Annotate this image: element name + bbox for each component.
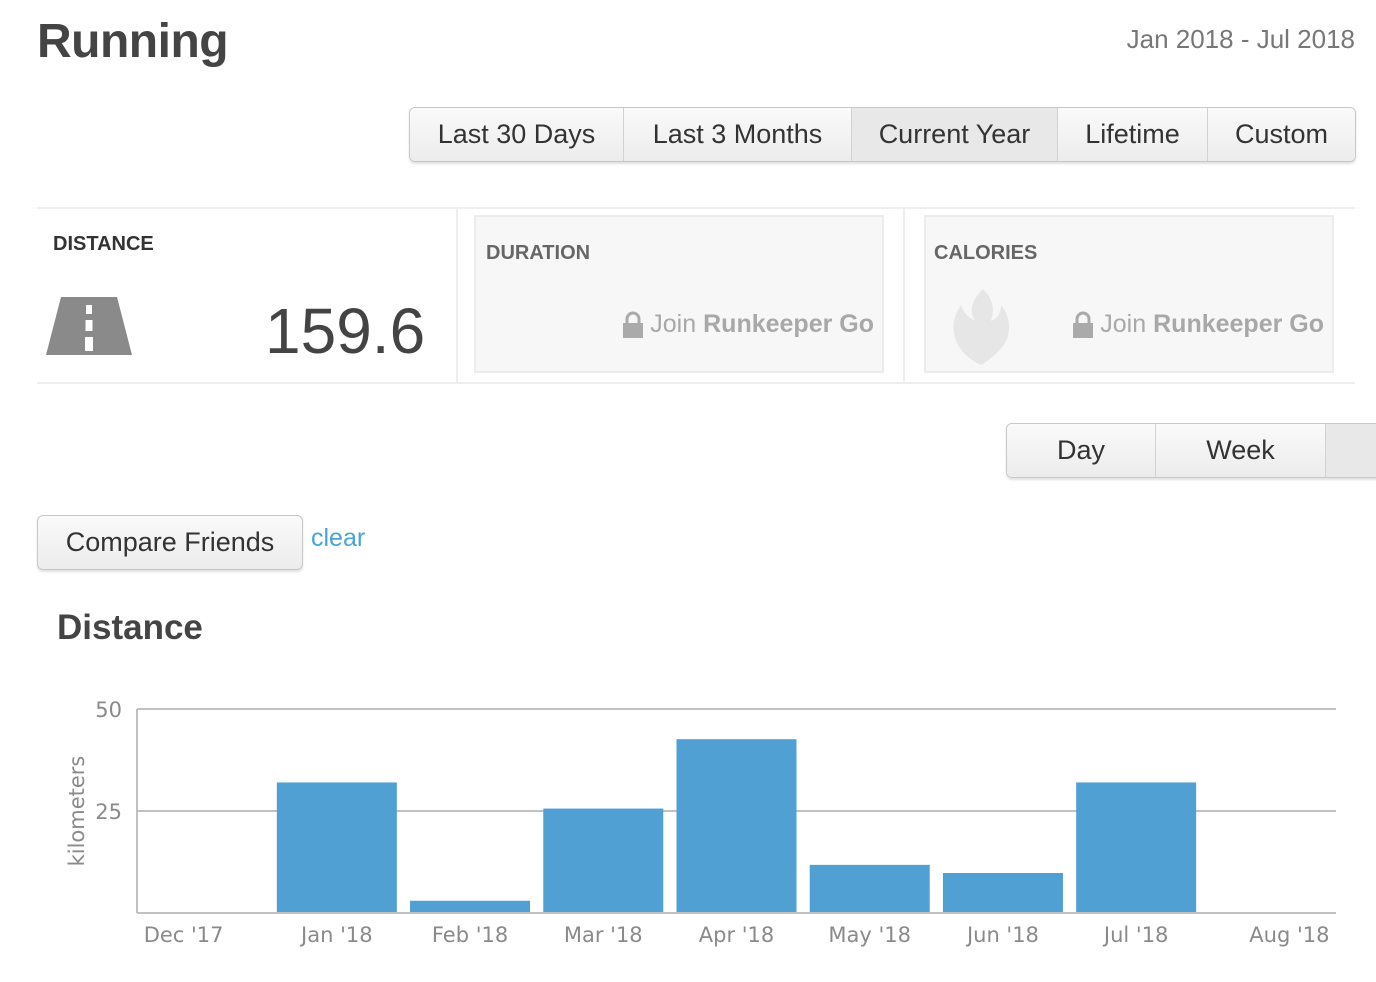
- lock-icon: [623, 311, 644, 338]
- x-tick-label: May '18: [828, 923, 911, 947]
- range-custom-button[interactable]: Custom: [1208, 108, 1355, 161]
- calories-stat-locked: CALORIES Join Runkeeper Go: [924, 215, 1334, 373]
- x-tick-label: Feb '18: [432, 923, 508, 947]
- date-range-selector: Last 30 Days Last 3 Months Current Year …: [409, 107, 1356, 162]
- join-text: Join: [650, 310, 697, 338]
- clear-link[interactable]: clear: [311, 524, 365, 553]
- bar[interactable]: [410, 900, 531, 912]
- x-tick-label: Jun '18: [965, 923, 1039, 947]
- bar[interactable]: [809, 864, 930, 912]
- stats-panel: DISTANCE 159.6 DURATION Join Runkeeper G…: [37, 207, 1355, 384]
- range-last-30-days-button[interactable]: Last 30 Days: [410, 108, 624, 161]
- x-tick-label: Jan '18: [299, 923, 373, 947]
- bar[interactable]: [543, 808, 664, 912]
- distance-value: 159.6: [265, 295, 426, 367]
- calories-label: CALORIES: [934, 242, 1038, 264]
- page-title: Running: [37, 15, 229, 68]
- duration-label: DURATION: [486, 242, 591, 264]
- x-tick-label: Dec '17: [144, 923, 224, 947]
- x-tick-label: Apr '18: [699, 923, 775, 947]
- stat-divider: [903, 209, 905, 382]
- range-current-year-button[interactable]: Current Year: [852, 108, 1058, 161]
- stat-divider: [456, 209, 458, 382]
- x-tick-label: Jul '18: [1102, 923, 1169, 947]
- range-lifetime-button[interactable]: Lifetime: [1058, 108, 1208, 161]
- bar[interactable]: [1076, 782, 1197, 912]
- join-runkeeper-go-link[interactable]: Join Runkeeper Go: [622, 310, 874, 339]
- interval-day-button[interactable]: Day: [1007, 424, 1156, 477]
- range-last-3-months-button[interactable]: Last 3 Months: [624, 108, 852, 161]
- join-text: Join: [1100, 310, 1147, 338]
- bar[interactable]: [676, 739, 797, 912]
- join-runkeeper-go-link[interactable]: Join Runkeeper Go: [1072, 310, 1324, 339]
- y-axis-label: kilometers: [65, 756, 89, 867]
- distance-label: DISTANCE: [53, 233, 154, 255]
- compare-friends-button[interactable]: Compare Friends: [37, 515, 303, 570]
- y-tick-label: 50: [95, 698, 122, 722]
- interval-selector: Day Week Month: [1006, 423, 1376, 478]
- lock-icon: [1073, 311, 1094, 338]
- bar[interactable]: [276, 782, 397, 912]
- x-tick-label: Aug '18: [1249, 923, 1329, 947]
- y-tick-label: 25: [95, 800, 122, 824]
- flame-icon: [953, 289, 1009, 365]
- distance-bar-chart: Dec '17 Jan '18 Feb '18 Mar '18 Apr '18 May '…: [65, 698, 1336, 947]
- runkeeper-go-text: Runkeeper Go: [1153, 310, 1324, 338]
- interval-week-button[interactable]: Week: [1156, 424, 1326, 477]
- bar[interactable]: [942, 873, 1063, 912]
- runkeeper-go-text: Runkeeper Go: [703, 310, 874, 338]
- road-icon: [46, 297, 132, 355]
- chart-title: Distance: [57, 608, 203, 647]
- x-tick-label: Mar '18: [564, 923, 643, 947]
- interval-month-button[interactable]: Month: [1326, 424, 1376, 477]
- date-range: Jan 2018 - Jul 2018: [1126, 24, 1355, 54]
- duration-stat-locked: DURATION Join Runkeeper Go: [474, 215, 884, 373]
